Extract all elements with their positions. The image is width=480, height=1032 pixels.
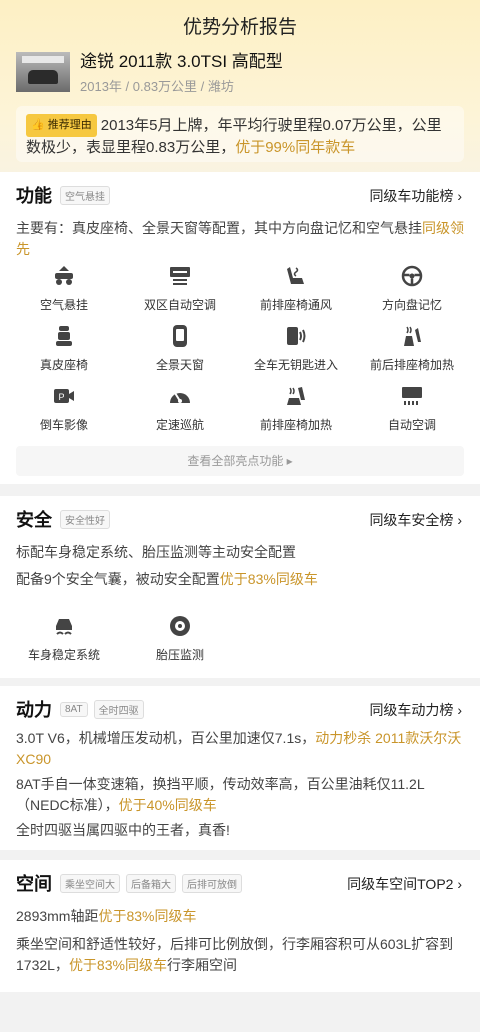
- air-suspension-icon: [55, 266, 73, 285]
- space-p1: 2893mm轴距优于83%同级车: [16, 908, 197, 924]
- safety-title: 安全: [16, 510, 52, 530]
- stability-control-icon: [56, 619, 72, 635]
- safety-tag: 安全性好: [60, 509, 110, 529]
- seat-ventilation-icon: [287, 267, 304, 284]
- space-card: 空间 乘坐空间大 后备箱大 后排可放倒 同级车空间TOP2 › 2893mm轴距…: [0, 860, 480, 992]
- space-rank-link[interactable]: 同级车空间TOP2 ›: [347, 874, 462, 894]
- function-rank-link[interactable]: 同级车功能榜 ›: [369, 186, 462, 206]
- safety-line1: 标配车身稳定系统、胎压监测等主动安全配置: [16, 544, 296, 560]
- car-thumbnail: [16, 52, 70, 92]
- feature-leather-seat[interactable]: 真皮座椅: [16, 324, 112, 373]
- power-rank-link[interactable]: 同级车动力榜 ›: [369, 700, 462, 720]
- space-tag-1: 乘坐空间大: [60, 873, 120, 893]
- car-summary[interactable]: 途锐 2011款 3.0TSI 高配型 2013年 / 0.83万公里 / 潍坊: [16, 52, 283, 95]
- feature-dual-zone-ac[interactable]: 双区自动空调: [132, 264, 228, 313]
- cruise-control-icon: [170, 392, 190, 403]
- function-tag: 空气悬挂: [60, 185, 110, 205]
- front-seat-heating-icon: [287, 387, 305, 405]
- power-tag-2: 全时四驱: [93, 699, 144, 719]
- function-summary: 主要有：真皮座椅、全景天窗等配置，其中方向盘记忆和空气悬挂同级领先: [16, 220, 464, 257]
- feature-keyless-entry[interactable]: 全车无钥匙进入: [248, 324, 344, 373]
- feature-seat-ventilation[interactable]: 前排座椅通风: [248, 264, 344, 313]
- feature-stability-control[interactable]: 车身稳定系统: [16, 614, 112, 663]
- safety-line2: 配备9个安全气囊，被动安全配置优于83%同级车: [16, 571, 318, 587]
- dual-zone-ac-icon: [170, 267, 190, 285]
- car-meta: 2013年 / 0.83万公里 / 潍坊: [80, 79, 234, 94]
- function-title: 功能: [16, 186, 52, 206]
- feature-air-suspension[interactable]: 空气悬挂: [16, 264, 112, 313]
- power-p1: 3.0T V6，机械增压发动机，百公里加速仅7.1s，动力秒杀 2011款沃尔沃…: [16, 730, 462, 767]
- feature-tire-pressure[interactable]: 胎压监测: [132, 614, 228, 663]
- space-tag-2: 后备箱大: [126, 873, 176, 893]
- svg-text:P: P: [58, 392, 64, 402]
- panoramic-sunroof-icon: [173, 325, 187, 347]
- feature-cruise-control[interactable]: 定速巡航: [132, 384, 228, 433]
- power-p2: 8AT手自一体变速箱，换挡平顺，传动效率高，百公里油耗仅11.2L（NEDC标准…: [16, 776, 425, 813]
- power-title: 动力: [16, 700, 52, 720]
- page-title: 优势分析报告: [182, 17, 297, 38]
- power-p3: 全时四驱当属四驱中的王者，真香!: [16, 822, 230, 838]
- power-card: 动力 8AT 全时四驱 同级车动力榜 › 3.0T V6，机械增压发动机，百公里…: [0, 686, 480, 850]
- feature-auto-ac[interactable]: 自动空调: [364, 384, 460, 433]
- feature-reverse-camera[interactable]: P 倒车影像: [16, 384, 112, 433]
- reverse-camera-icon: P: [54, 389, 74, 403]
- space-tag-3: 后排可放倒: [182, 873, 242, 893]
- space-title: 空间: [16, 874, 52, 894]
- steering-wheel-icon: [401, 265, 423, 287]
- tire-pressure-icon: [170, 616, 190, 636]
- rear-seat-heating-icon: [404, 326, 421, 346]
- power-tag-1: 8AT: [60, 701, 88, 717]
- feature-steering-memory[interactable]: 方向盘记忆: [364, 264, 460, 313]
- recommend-reason: 👍 推荐理由 2013年5月上牌，年平均行驶里程0.07万公里，公里数极少，表显里…: [16, 106, 464, 162]
- function-card: 功能 空气悬挂 同级车功能榜 › 主要有：真皮座椅、全景天窗等配置，其中方向盘记…: [0, 172, 480, 484]
- car-name: 途锐 2011款 3.0TSI 高配型: [80, 52, 283, 71]
- reason-highlight: 优于99%同年款车: [235, 139, 356, 156]
- feature-panoramic-sunroof[interactable]: 全景天窗: [132, 324, 228, 373]
- auto-ac-icon: [402, 387, 422, 405]
- safety-rank-link[interactable]: 同级车安全榜 ›: [369, 510, 462, 530]
- view-all-features-button[interactable]: 查看全部亮点功能 ▸: [16, 446, 464, 476]
- keyless-entry-icon: [287, 327, 306, 345]
- space-p2: 乘坐空间和舒适性较好，后排可比例放倒，行李厢容积可从603L扩容到1732L，优…: [16, 936, 454, 973]
- recommend-tag: 👍 推荐理由: [26, 114, 97, 137]
- feature-front-seat-heating[interactable]: 前排座椅加热: [248, 384, 344, 433]
- feature-rear-seat-heating[interactable]: 前后排座椅加热: [364, 324, 460, 373]
- safety-card: 安全 安全性好 同级车安全榜 › 标配车身稳定系统、胎压监测等主动安全配置 配备…: [0, 496, 480, 678]
- leather-seat-icon: [56, 326, 72, 346]
